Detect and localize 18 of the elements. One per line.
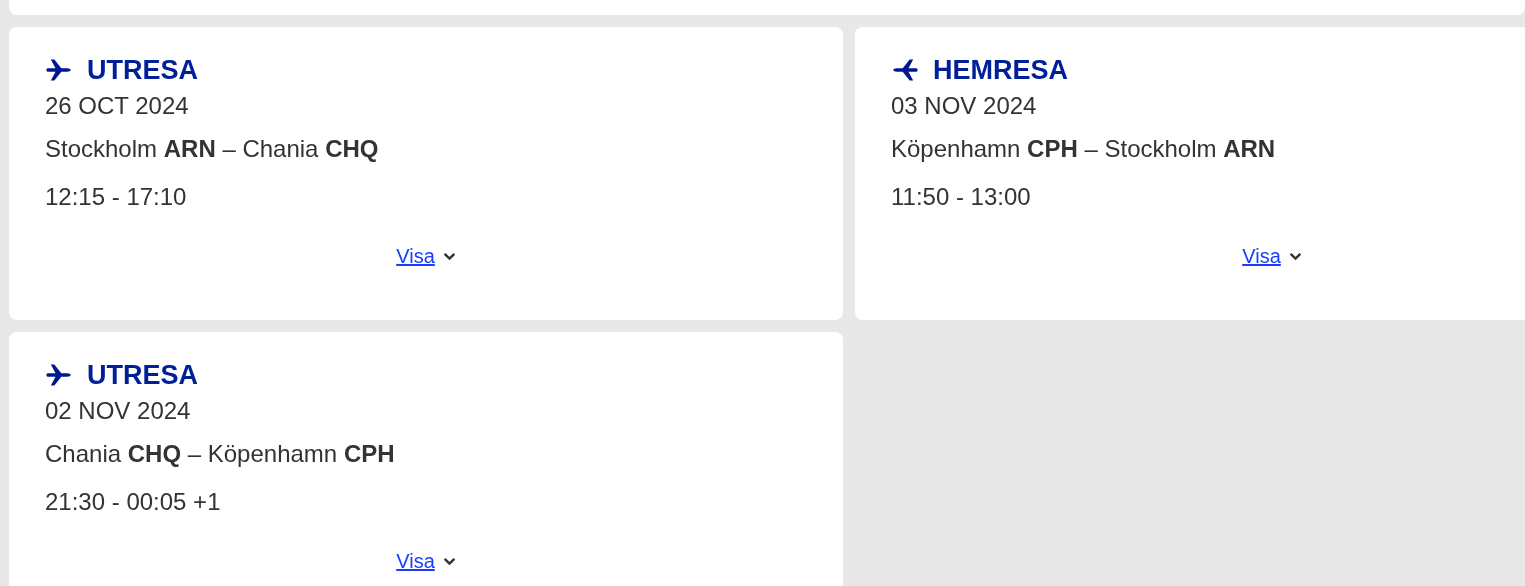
chevron-down-icon (442, 557, 456, 566)
flight-route: Chania CHQ – Köpenhamn CPH (45, 439, 396, 469)
flight-date: 26 OCT 2024 (45, 91, 190, 121)
flight-time: 12:15 - 17:10 (45, 182, 188, 212)
chevron-down-icon (442, 252, 456, 261)
show-link[interactable]: Visa (1242, 245, 1281, 268)
show-link[interactable]: Visa (396, 245, 435, 268)
flight-route: Stockholm ARN – Chania CHQ (45, 134, 380, 164)
flight-date: 03 NOV 2024 (891, 91, 1038, 121)
flight-title: HEMRESA (933, 54, 1068, 86)
flight-time: 21:30 - 00:05 +1 (45, 487, 222, 517)
flight-title: UTRESA (87, 54, 198, 86)
chevron-down-icon (1288, 252, 1302, 261)
flight-date: 02 NOV 2024 (45, 396, 192, 426)
flight-title: UTRESA (87, 359, 198, 391)
flight-time: 11:50 - 13:00 (891, 182, 1032, 212)
show-link[interactable]: Visa (396, 550, 435, 573)
flight-route: Köpenhamn CPH – Stockholm ARN (891, 134, 1277, 164)
